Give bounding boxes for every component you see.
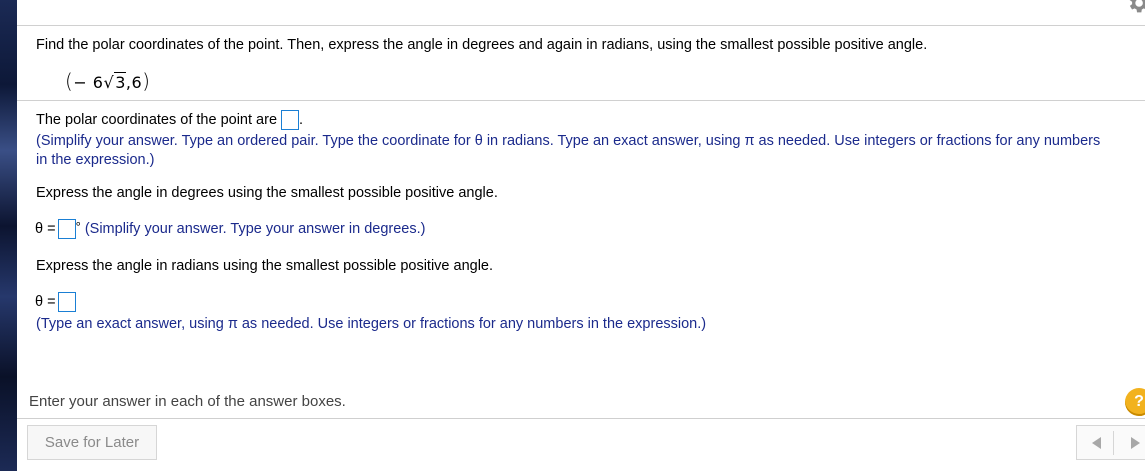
gear-icon[interactable] (1125, 0, 1145, 16)
degree-symbol: ° (75, 219, 81, 234)
nav-divider (1113, 431, 1114, 455)
part1-hint-line2: in the expression.) (36, 152, 155, 168)
help-text: Enter your answer in each of the answer … (29, 393, 346, 410)
radians-prompt: Express the angle in radians using the s… (36, 258, 494, 274)
close-paren: ) (142, 69, 151, 93)
polar-coordinates-label: The polar coordinates of the point are (36, 111, 278, 128)
left-background-strip (0, 0, 17, 471)
theta-label: θ = (35, 293, 56, 310)
question-prompt: Find the polar coordinates of the point.… (36, 37, 928, 53)
top-divider (17, 25, 1145, 26)
period: . (299, 111, 304, 128)
middle-divider (17, 100, 1145, 101)
y-coordinate: 6 (131, 73, 143, 92)
radians-row: θ = (35, 292, 76, 312)
help-icon[interactable]: ? (1125, 388, 1145, 416)
triangle-right-icon[interactable] (1127, 435, 1143, 451)
footer-divider (17, 418, 1145, 419)
theta-label: θ = (35, 220, 56, 237)
part1-hint-line1: (Simplify your answer. Type an ordered p… (36, 133, 1101, 149)
radians-answer-box[interactable] (57, 292, 76, 312)
degrees-answer-box[interactable] (57, 219, 76, 239)
question-navigation (1076, 425, 1145, 460)
polar-coordinates-answer-box[interactable] (281, 110, 300, 130)
degrees-row: θ = ° (Simplify your answer. Type your a… (35, 219, 425, 239)
save-for-later-button[interactable]: Save for Later (27, 425, 157, 460)
given-point: (− 6√3,6) (65, 69, 150, 93)
part1-row: The polar coordinates of the point are . (36, 110, 303, 130)
degrees-hint: (Simplify your answer. Type your answer … (84, 220, 426, 237)
sqrt-symbol: √ (103, 73, 115, 92)
degrees-prompt: Express the angle in degrees using the s… (36, 185, 498, 201)
radians-hint: (Type an exact answer, using π as needed… (36, 316, 707, 332)
x-coefficient: − 6 (73, 73, 104, 92)
radicand: 3 (114, 72, 126, 92)
triangle-left-icon[interactable] (1089, 435, 1105, 451)
